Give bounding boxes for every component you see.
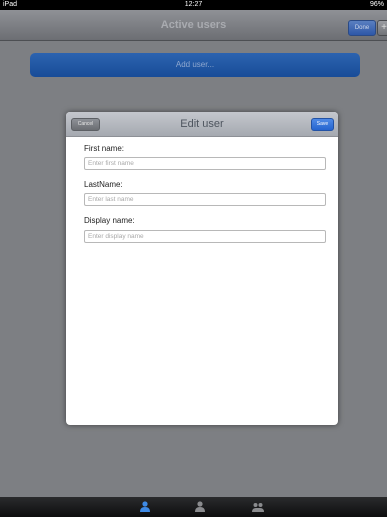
last-name-field[interactable] <box>84 193 326 206</box>
status-bar: iPad 12:27 96% <box>0 0 387 10</box>
tab-bar <box>0 497 387 517</box>
cancel-button[interactable]: Cancel <box>71 118 100 131</box>
tab-users[interactable] <box>138 500 152 514</box>
display-name-label: Display name: <box>84 216 135 225</box>
dialog-header: Edit user Cancel Save <box>66 112 338 137</box>
tab-groups[interactable] <box>251 500 265 514</box>
first-name-field[interactable] <box>84 157 326 170</box>
user-icon <box>195 501 205 512</box>
group-icon <box>252 503 264 512</box>
battery-label: 96% <box>369 1 384 8</box>
page-title: Active users <box>160 19 227 31</box>
clock-label: 12:27 <box>184 1 203 8</box>
add-button[interactable]: + <box>377 20 387 36</box>
last-name-label: LastName: <box>84 180 123 189</box>
first-name-label: First name: <box>84 144 125 153</box>
display-name-field[interactable] <box>84 230 326 243</box>
save-button[interactable]: Save <box>311 118 334 131</box>
edit-user-dialog: Edit user Cancel Save First name: LastNa… <box>66 112 338 425</box>
navigation-bar: Active users Done + <box>0 10 387 41</box>
done-button[interactable]: Done <box>348 20 376 36</box>
dialog-title: Edit user <box>180 118 224 130</box>
tab-user[interactable] <box>193 500 207 514</box>
add-user-button[interactable]: Add user... <box>30 53 360 77</box>
user-icon <box>140 501 150 512</box>
